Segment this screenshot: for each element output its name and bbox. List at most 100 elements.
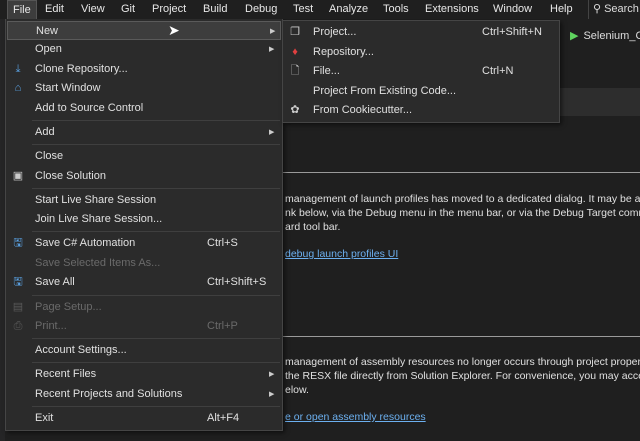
item-label: Close Solution <box>35 170 106 182</box>
separator <box>32 144 280 145</box>
item-label: Add <box>35 126 55 138</box>
menu-item-add-to-source-control[interactable]: Add to Source Control <box>7 99 281 118</box>
menu-item-new[interactable]: New ▶ <box>7 21 281 40</box>
shortcut: Ctrl+P <box>207 320 238 332</box>
menu-test[interactable]: Test <box>288 0 318 19</box>
item-label: Start Live Share Session <box>35 194 157 206</box>
new-repository-icon: ♦ <box>292 46 298 58</box>
menu-item-start-window[interactable]: ⌂ Start Window <box>7 79 281 98</box>
submenu-item-project-from-existing[interactable]: Project From Existing Code... <box>284 82 558 101</box>
divider <box>283 172 640 173</box>
menu-debug[interactable]: Debug <box>240 0 282 19</box>
divider <box>283 336 640 337</box>
item-label: Exit <box>35 412 54 424</box>
item-label: Close <box>35 150 64 162</box>
item-label: Save Selected Items As... <box>35 257 161 269</box>
item-label: Project From Existing Code... <box>313 85 457 97</box>
menu-item-save[interactable]: 🖫 Save C# Automation Ctrl+S <box>7 234 281 253</box>
shortcut: Ctrl+Shift+S <box>207 276 267 288</box>
item-label: From Cookiecutter... <box>313 104 413 116</box>
menu-file[interactable]: File <box>7 0 37 19</box>
item-label: Page Setup... <box>35 301 102 313</box>
item-label: Add to Source Control <box>35 102 144 114</box>
assembly-resources-link[interactable]: e or open assembly resources <box>285 411 426 423</box>
chevron-right-icon: ▶ <box>269 391 275 398</box>
menu-item-close-solution[interactable]: ▣ Close Solution <box>7 167 281 186</box>
item-label: Print... <box>35 320 67 332</box>
paragraph-line: ard tool bar. <box>285 221 341 233</box>
item-label: Clone Repository... <box>35 63 128 75</box>
search-box[interactable]: ⚲ Search <box>588 0 639 19</box>
menu-item-exit[interactable]: Exit Alt+F4 <box>7 409 281 428</box>
submenu-item-project[interactable]: ❐ Project... Ctrl+Shift+N <box>284 23 558 42</box>
item-label: New <box>36 25 59 37</box>
paragraph-line: nk below, via the Debug menu in the menu… <box>285 207 640 219</box>
chevron-right-icon: ▶ <box>270 28 276 35</box>
item-label: File... <box>313 65 340 77</box>
menu-tools[interactable]: Tools <box>378 0 414 19</box>
menu-item-save-all[interactable]: 🖫 Save All Ctrl+Shift+S <box>7 273 281 292</box>
paragraph-line: management of assembly resources no long… <box>285 356 640 368</box>
menu-item-start-live-share[interactable]: Start Live Share Session <box>7 191 281 210</box>
menu-build[interactable]: Build <box>198 0 232 19</box>
item-label: Repository... <box>313 46 374 58</box>
run-button[interactable]: ▶ Selenium_C <box>570 29 640 42</box>
menu-item-account-settings[interactable]: Account Settings... <box>7 341 281 360</box>
item-label: Join Live Share Session... <box>35 213 163 225</box>
file-menu: New ▶ Open ▶ ⤓ Clone Repository... ⌂ Start W… <box>5 18 283 431</box>
menu-item-add[interactable]: Add ▶ <box>7 123 281 142</box>
page-setup-icon: ▤ <box>12 301 24 313</box>
menu-help[interactable]: Help <box>545 0 578 19</box>
item-label: Account Settings... <box>35 344 127 356</box>
menu-item-recent-projects[interactable]: Recent Projects and Solutions ▶ <box>7 385 281 404</box>
start-window-icon: ⌂ <box>14 82 22 94</box>
item-label: Project... <box>313 26 357 38</box>
new-project-icon: ❐ <box>290 26 300 38</box>
item-label: Save C# Automation <box>35 237 136 249</box>
menu-edit[interactable]: Edit <box>40 0 69 19</box>
menu-bar: File Edit View Git Project Build Debug T… <box>0 0 640 19</box>
menu-item-close[interactable]: Close <box>7 147 281 166</box>
shortcut: Ctrl+Shift+N <box>482 26 542 38</box>
separator <box>32 120 280 121</box>
play-icon: ▶ <box>570 30 579 42</box>
search-label: Search <box>604 3 639 15</box>
shortcut: Ctrl+N <box>482 65 514 77</box>
new-file-icon: 🗋 <box>290 65 300 77</box>
menu-view[interactable]: View <box>76 0 110 19</box>
item-label: Recent Files <box>35 368 97 380</box>
submenu-item-file[interactable]: 🗋 File... Ctrl+N <box>284 62 558 81</box>
menu-item-open[interactable]: Open ▶ <box>7 40 281 59</box>
menu-extensions[interactable]: Extensions <box>420 0 484 19</box>
paragraph-line: elow. <box>285 384 309 396</box>
separator <box>32 188 280 189</box>
submenu-item-cookiecutter[interactable]: ✿ From Cookiecutter... <box>284 101 558 120</box>
chevron-right-icon: ▶ <box>269 129 275 136</box>
download-icon: ⤓ <box>15 63 21 75</box>
menu-git[interactable]: Git <box>116 0 140 19</box>
save-icon: 🖫 <box>13 237 23 249</box>
run-target-label: Selenium_C <box>583 30 640 42</box>
menu-item-page-setup: ▤ Page Setup... <box>7 298 281 317</box>
submenu-item-repository[interactable]: ♦ Repository... <box>284 43 558 62</box>
print-icon: ⎙ <box>13 320 23 332</box>
menu-window[interactable]: Window <box>488 0 537 19</box>
separator <box>32 406 280 407</box>
menu-item-recent-files[interactable]: Recent Files ▶ <box>7 365 281 384</box>
menu-item-save-selected-as: Save Selected Items As... <box>7 254 281 273</box>
menu-analyze[interactable]: Analyze <box>324 0 373 19</box>
cookiecutter-icon: ✿ <box>290 104 300 116</box>
shortcut: Alt+F4 <box>207 412 240 424</box>
item-label: Start Window <box>35 82 101 94</box>
launch-profiles-link[interactable]: debug launch profiles UI <box>285 248 398 260</box>
close-solution-icon: ▣ <box>12 170 24 182</box>
paragraph-line: management of launch profiles has moved … <box>285 193 640 205</box>
menu-item-clone-repository[interactable]: ⤓ Clone Repository... <box>7 60 281 79</box>
save-all-icon: 🖫 <box>13 276 23 288</box>
menu-project[interactable]: Project <box>147 0 191 19</box>
separator <box>32 362 280 363</box>
chevron-right-icon: ▶ <box>269 371 275 378</box>
paragraph-line: the RESX file directly from Solution Exp… <box>285 370 640 382</box>
menu-item-join-live-share[interactable]: Join Live Share Session... <box>7 210 281 229</box>
menu-item-print: ⎙ Print... Ctrl+P <box>7 317 281 336</box>
